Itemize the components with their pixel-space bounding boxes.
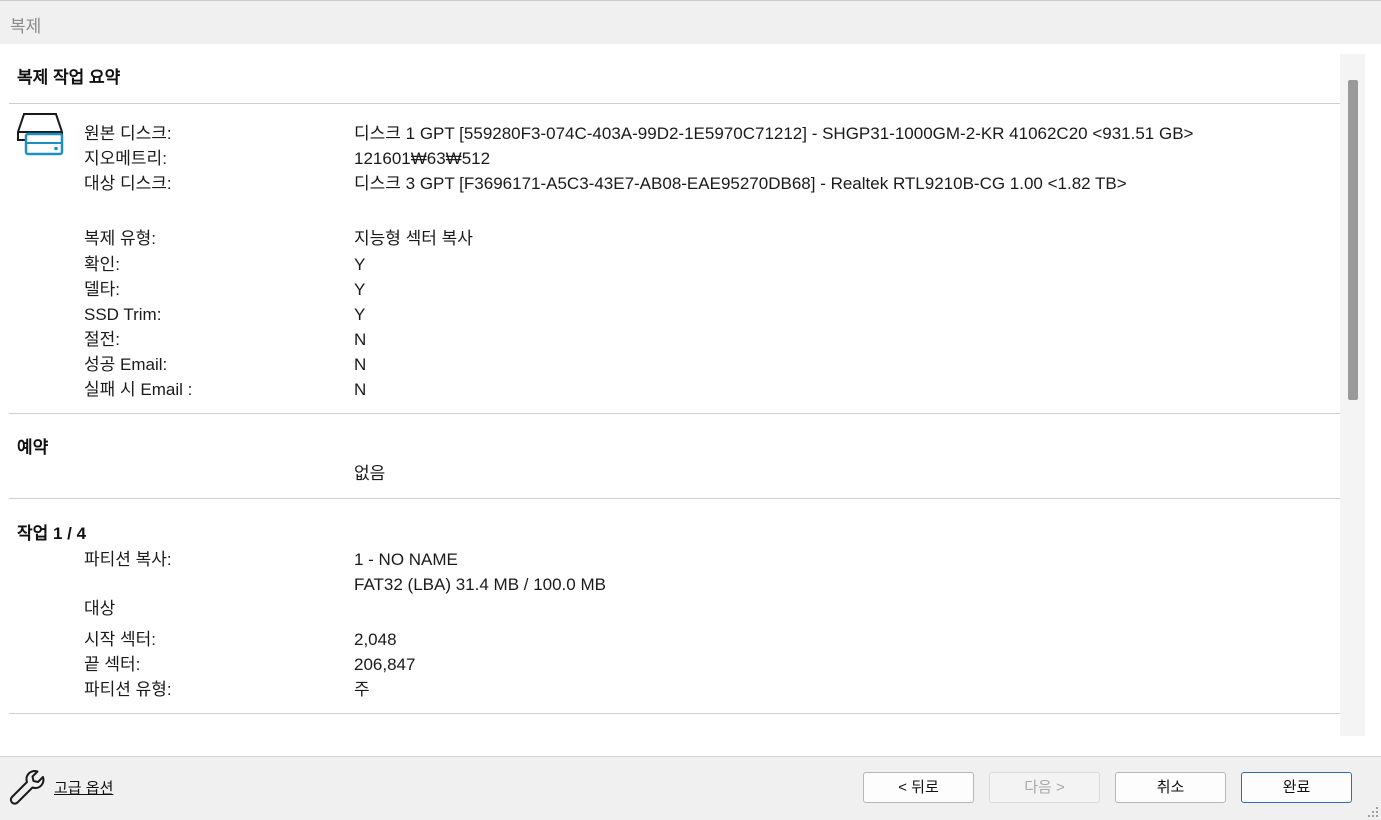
cancel-button[interactable]: 취소 xyxy=(1115,772,1226,803)
verify-value: Y xyxy=(354,255,366,274)
verify-label: 확인: xyxy=(84,255,121,274)
summary-panel: 복제 작업 요약 원본 디스크: 디스크 1 GPT [559280F3-074… xyxy=(0,44,1381,756)
geometry-label: 지오메트리: xyxy=(84,149,167,168)
partition-type-label: 파티션 유형: xyxy=(84,680,172,699)
target-disk-label: 대상 디스크: xyxy=(84,174,172,193)
ssd-trim-value: Y xyxy=(354,305,366,324)
failure-email-label: 실패 시 Email : xyxy=(84,380,193,399)
divider xyxy=(9,103,1340,104)
target-label: 대상 xyxy=(84,599,116,618)
clone-type-label: 복제 유형: xyxy=(84,229,157,248)
wrench-icon xyxy=(9,770,45,805)
ssd-trim-label: SSD Trim: xyxy=(84,305,162,324)
partition-info-value: FAT32 (LBA) 31.4 MB / 100.0 MB xyxy=(354,575,606,594)
start-sector-label: 시작 섹터: xyxy=(84,630,157,649)
divider xyxy=(9,413,1340,414)
end-sector-label: 끝 섹터: xyxy=(84,655,141,674)
clone-type-value: 지능형 섹터 복사 xyxy=(354,229,473,248)
scrollbar-thumb[interactable] xyxy=(1348,80,1358,400)
task-title: 작업 1 / 4 xyxy=(17,524,87,543)
partition-type-value: 주 xyxy=(354,680,370,699)
delta-label: 델타: xyxy=(84,280,121,299)
finish-button[interactable]: 완료 xyxy=(1241,772,1352,803)
power-save-label: 절전: xyxy=(84,330,121,349)
summary-title: 복제 작업 요약 xyxy=(17,68,121,87)
partition-copy-label: 파티션 복사: xyxy=(84,550,172,569)
next-button[interactable]: 다음 > xyxy=(989,772,1100,803)
failure-email-value: N xyxy=(354,380,367,399)
vertical-scrollbar[interactable] xyxy=(1340,54,1365,736)
advanced-options-link[interactable]: 고급 옵션 xyxy=(8,767,113,807)
divider xyxy=(9,713,1340,714)
resize-grip-icon[interactable] xyxy=(1367,806,1379,818)
target-disk-value: 디스크 3 GPT [F3696171-A5C3-43E7-AB08-EAE95… xyxy=(354,174,1127,193)
success-email-label: 성공 Email: xyxy=(84,355,168,374)
delta-value: Y xyxy=(354,280,366,299)
source-disk-value: 디스크 1 GPT [559280F3-074C-403A-99D2-1E597… xyxy=(354,124,1194,143)
power-save-value: N xyxy=(354,330,367,349)
disk-icon xyxy=(17,113,64,156)
success-email-value: N xyxy=(354,355,367,374)
geometry-value: 121601₩63₩512 xyxy=(354,149,491,168)
schedule-title: 예약 xyxy=(17,438,49,457)
source-disk-label: 원본 디스크: xyxy=(84,124,172,143)
schedule-value: 없음 xyxy=(354,464,386,483)
end-sector-value: 206,847 xyxy=(354,655,416,674)
footer-bar: 고급 옵션 < 뒤로 다음 > 취소 완료 xyxy=(0,756,1381,820)
partition-name-value: 1 - NO NAME xyxy=(354,550,458,569)
divider xyxy=(9,498,1340,499)
window-title: 복제 xyxy=(10,17,42,36)
title-bar: 복제 xyxy=(0,0,1381,44)
start-sector-value: 2,048 xyxy=(354,630,397,649)
advanced-options-label: 고급 옵션 xyxy=(54,779,114,797)
back-button[interactable]: < 뒤로 xyxy=(863,772,974,803)
